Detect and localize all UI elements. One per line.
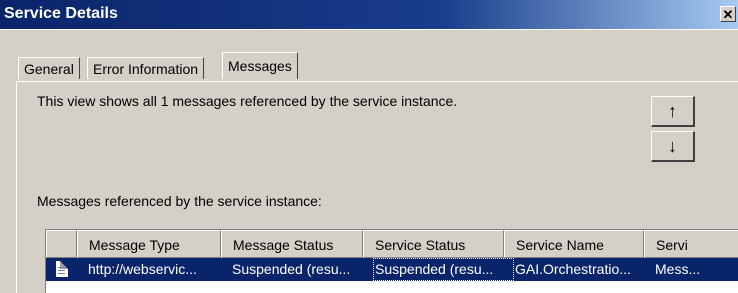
cell-service-status: Suspended (resu... bbox=[373, 258, 514, 281]
tab-general[interactable]: General bbox=[18, 57, 80, 79]
close-icon: ✕ bbox=[722, 7, 734, 22]
move-down-button[interactable]: ↓ bbox=[651, 131, 695, 162]
tab-error-information[interactable]: Error Information bbox=[87, 57, 205, 79]
column-header-icon[interactable] bbox=[46, 230, 77, 258]
cell-message-type: http://webservic... bbox=[88, 261, 197, 277]
tab-label: Error Information bbox=[93, 61, 199, 77]
messages-list-caption: Messages referenced by the service insta… bbox=[37, 193, 322, 209]
cell-service-class: Mess... bbox=[655, 261, 701, 277]
window-title: Service Details bbox=[4, 5, 118, 22]
tab-label: General bbox=[24, 61, 74, 77]
window-title-bar[interactable]: Service Details ✕ bbox=[0, 0, 738, 30]
arrow-down-icon: ↓ bbox=[668, 136, 677, 156]
column-header-service-class[interactable]: Servi bbox=[644, 230, 738, 258]
document-icon bbox=[56, 261, 68, 277]
move-up-button[interactable]: ↑ bbox=[651, 96, 695, 127]
cell-message-status: Suspended (resu... bbox=[232, 261, 351, 277]
column-header-service-status[interactable]: Service Status bbox=[363, 230, 504, 258]
column-header-message-type[interactable]: Message Type bbox=[77, 230, 221, 258]
table-row[interactable]: http://webservic... Suspended (resu... S… bbox=[46, 258, 738, 281]
cell-service-name: GAI.Orchestratio... bbox=[515, 261, 631, 277]
messages-description: This view shows all 1 messages reference… bbox=[37, 93, 458, 109]
column-header-message-status[interactable]: Message Status bbox=[221, 230, 363, 258]
tab-label: Messages bbox=[228, 58, 292, 74]
close-button[interactable]: ✕ bbox=[720, 6, 736, 22]
messages-list[interactable]: Message Type Message Status Service Stat… bbox=[45, 229, 738, 293]
arrow-up-icon: ↑ bbox=[668, 101, 677, 121]
tab-messages[interactable]: Messages bbox=[222, 52, 298, 79]
column-header-service-name[interactable]: Service Name bbox=[504, 230, 644, 258]
